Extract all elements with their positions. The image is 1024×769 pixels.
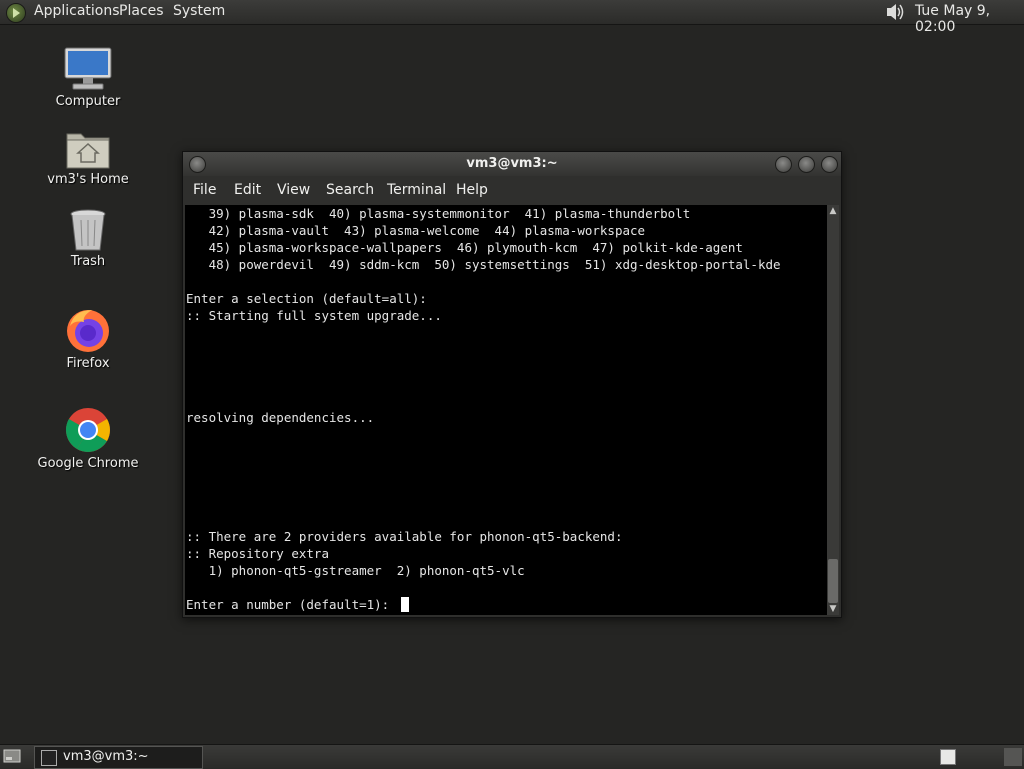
firefox-icon [67, 310, 109, 352]
scroll-up-arrow-icon[interactable]: ▲ [827, 205, 839, 217]
desktop-icon-label: Trash [70, 254, 106, 269]
terminal-line: :: There are 2 providers available for p… [186, 529, 623, 544]
home-folder-icon [66, 133, 110, 169]
menu-help[interactable]: Help [456, 182, 488, 198]
terminal-icon [41, 750, 57, 766]
speaker-icon[interactable] [882, 2, 904, 22]
menu-view[interactable]: View [277, 182, 310, 198]
terminal-line: 42) plasma-vault 43) plasma-welcome 44) … [186, 223, 646, 238]
desktop-icon-label: Computer [55, 94, 121, 109]
desktop-icon-chrome[interactable]: Google Chrome [28, 406, 148, 471]
terminal-line: Enter a number (default=1): [186, 596, 409, 613]
terminal-line: 48) powerdevil 49) sddm-kcm 50) systemse… [186, 257, 781, 272]
desktop-icon-label: Firefox [66, 356, 110, 371]
close-button[interactable] [821, 156, 838, 173]
scroll-down-arrow-icon[interactable]: ▼ [827, 603, 839, 615]
desktop-icon-firefox[interactable]: Firefox [28, 306, 148, 371]
menu-terminal[interactable]: Terminal [387, 182, 446, 198]
system-menu[interactable]: System [173, 3, 225, 19]
show-desktop-icon[interactable] [3, 748, 21, 764]
scrollbar-thumb[interactable] [828, 559, 838, 603]
bottom-panel: vm3@vm3:~ [0, 744, 1024, 769]
menu-search[interactable]: Search [326, 182, 374, 198]
terminal-window[interactable]: vm3@vm3:~ File Edit View Search Terminal… [182, 151, 842, 618]
applications-menu[interactable]: Applications [34, 3, 120, 19]
desktop-icon-label: vm3's Home [47, 172, 129, 187]
terminal-line: 45) plasma-workspace-wallpapers 46) plym… [186, 240, 743, 255]
taskbar-item-label: vm3@vm3:~ [63, 749, 149, 764]
chrome-icon [65, 408, 110, 452]
computer-icon [64, 47, 112, 90]
terminal-output[interactable]: 39) plasma-sdk 40) plasma-systemmonitor … [185, 205, 827, 615]
desktop-icon-computer[interactable]: Computer [28, 46, 148, 109]
menubar: File Edit View Search Terminal Help [183, 176, 841, 204]
workspace-switcher[interactable] [940, 749, 956, 765]
desktop-icon-trash[interactable]: Trash [28, 208, 148, 269]
scrollbar[interactable]: ▲ ▼ [827, 205, 839, 615]
minimize-button[interactable] [775, 156, 792, 173]
maximize-button[interactable] [798, 156, 815, 173]
terminal-line: 1) phonon-qt5-gstreamer 2) phonon-qt5-vl… [186, 563, 525, 578]
trash-icon [70, 209, 106, 251]
menu-edit[interactable]: Edit [234, 182, 261, 198]
terminal-line: :: Repository extra [186, 546, 329, 561]
trash-applet-icon[interactable] [1004, 748, 1022, 766]
clock[interactable]: Tue May 9, 02:00 [915, 3, 1024, 35]
desktop-icon-home[interactable]: vm3's Home [28, 128, 148, 187]
terminal-line: :: Starting full system upgrade... [186, 308, 442, 323]
window-title: vm3@vm3:~ [466, 156, 558, 171]
text-cursor [400, 597, 409, 612]
terminal-line: 39) plasma-sdk 40) plasma-systemmonitor … [186, 206, 691, 221]
taskbar-item-terminal[interactable]: vm3@vm3:~ [34, 746, 203, 769]
menu-file[interactable]: File [193, 182, 216, 198]
terminal-line: resolving dependencies... [186, 410, 375, 425]
terminal-line: Enter a selection (default=all): [186, 291, 427, 306]
distro-menu-icon[interactable] [6, 3, 26, 23]
titlebar[interactable]: vm3@vm3:~ [183, 152, 841, 176]
desktop-icon-label: Google Chrome [37, 456, 139, 471]
places-menu[interactable]: Places [119, 3, 164, 19]
top-panel: Applications Places System Tue May 9, 02… [0, 0, 1024, 35]
